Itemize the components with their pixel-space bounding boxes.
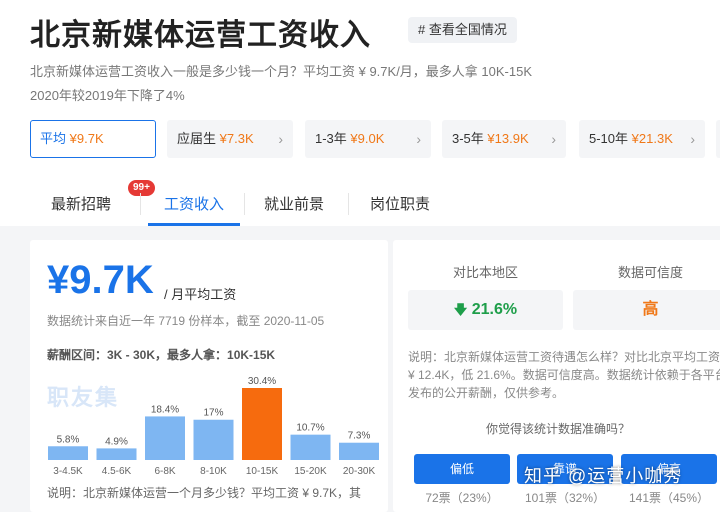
chevron-right-icon: ›: [690, 131, 695, 147]
data-label: 7.3%: [348, 431, 371, 442]
tick-label: 6-8K: [154, 466, 175, 477]
data-label: 5.8%: [57, 434, 80, 445]
accuracy-question: 你觉得该统计数据准确吗？: [485, 422, 630, 436]
tick-label: 15-20K: [294, 466, 327, 477]
tick-label: 20-30K: [343, 466, 376, 477]
tick-label: 3-4.5K: [53, 466, 83, 477]
card-value: ¥7.3K: [219, 131, 254, 146]
tab-job-duties[interactable]: 岗位职责: [364, 183, 436, 226]
bar-6-8K: [145, 416, 185, 460]
tab-salary[interactable]: 工资收入: [148, 183, 240, 226]
card-average[interactable]: 平均 ¥9.7K: [30, 120, 156, 158]
average-salary-value: ¥9.7K: [47, 258, 154, 302]
page-title: 北京新媒体运营工资收入: [30, 19, 371, 52]
data-label: 18.4%: [151, 404, 179, 415]
salary-distribution-chart: 5.8% 3-4.5K 4.9% 4.5-6K 18.4% 6-8K 17% 8-10K 30.…: [48, 376, 379, 477]
salary-panel: ¥9.7K / 月平均工资 数据统计来自近一年 7719 份样本，截至 2020…: [30, 240, 388, 512]
bar-8-10K: [193, 419, 234, 460]
card-label: 平均: [40, 131, 67, 146]
card-3-5-years[interactable]: 3-5年 ¥13.9K ›: [442, 120, 566, 158]
card-value: ¥9.0K: [350, 131, 385, 146]
credibility-value: 高: [573, 290, 720, 330]
divider: [140, 193, 141, 215]
chevron-right-icon: ›: [278, 131, 283, 147]
description-line-1: 北京新媒体运营工资收入一般是多少钱一个月？平均工资 ¥ 9.7K/月，最多人拿 …: [30, 64, 533, 79]
average-salary-unit: / 月平均工资: [164, 287, 237, 302]
bar-3-4.5K: [48, 446, 88, 460]
card-label: 5-10年: [589, 131, 629, 146]
bar-15-20K: [290, 434, 331, 460]
card-label: 应届生: [177, 131, 217, 146]
bar-20-30K: [339, 442, 379, 460]
credibility-label: 数据可信度: [617, 265, 683, 280]
national-view-tag[interactable]: # 查看全国情况: [408, 17, 517, 43]
card-label: 1-3年: [315, 131, 347, 146]
sample-statistics: 数据统计来自近一年 7719 份样本，截至 2020-11-05: [47, 314, 325, 328]
tick-label: 10-15K: [246, 466, 279, 477]
local-compare-value: 21.6%: [471, 301, 518, 318]
card-5-10-years[interactable]: 5-10年 ¥21.3K ›: [579, 120, 705, 158]
card-label: 3-5年: [452, 131, 484, 146]
data-label: 4.9%: [105, 436, 128, 447]
header-section: 北京新媒体运营工资收入 # 查看全国情况 北京新媒体运营工资收入一般是多少钱一个…: [0, 0, 720, 226]
summary-cards: 平均 ¥9.7K 应届生 ¥7.3K › 1-3年 ¥9.0K › 3-5年 ¥…: [30, 120, 720, 160]
tab-latest-jobs[interactable]: 最新招聘 99+: [48, 180, 155, 226]
vote-reliable-count: 101票（32%）: [524, 491, 606, 505]
card-value: ¥9.7K: [69, 131, 104, 146]
divider: [348, 193, 349, 215]
divider: [244, 193, 245, 215]
page-description: 北京新媒体运营工资收入一般是多少钱一个月？平均工资 ¥ 9.7K/月，最多人拿 …: [30, 60, 590, 108]
bar-4.5-6K: [96, 448, 137, 460]
main-tabs: 最新招聘 99+ 工资收入 就业前景 岗位职责: [30, 180, 720, 226]
tick-label: 4.5-6K: [102, 466, 132, 477]
tab-employment-outlook[interactable]: 就业前景: [258, 183, 330, 226]
comparison-note: 说明：北京新媒体运营工资待遇怎么样？对比北京平均工资 ¥ 12.4K，低 21.…: [408, 350, 720, 400]
card-more[interactable]: [716, 120, 720, 158]
data-label: 30.4%: [248, 376, 276, 387]
zhihu-watermark: 知乎 @运营小咖秀: [524, 466, 683, 486]
data-label: 10.7%: [296, 423, 324, 434]
card-value: ¥13.9K: [487, 131, 529, 146]
tab-label: 最新招聘: [50, 196, 111, 213]
vote-high-count: 141票（45%）: [628, 491, 710, 505]
vote-low-button[interactable]: 偏低: [414, 454, 510, 484]
description-line-2: 2020年较2019年下降了4%: [30, 88, 185, 103]
card-1-3-years[interactable]: 1-3年 ¥9.0K ›: [305, 120, 431, 158]
arrow-down-icon: 🡇: [453, 302, 468, 317]
salary-range: 薪酬区间：3K - 30K，最多人拿：10K-15K: [47, 348, 276, 362]
local-compare-label: 对比本地区: [452, 265, 518, 280]
vote-low-count: 72票（23%）: [425, 491, 499, 505]
card-graduate[interactable]: 应届生 ¥7.3K ›: [167, 120, 293, 158]
card-value: ¥21.3K: [631, 131, 673, 146]
tick-label: 8-10K: [200, 466, 227, 477]
chevron-right-icon: ›: [551, 131, 556, 147]
bar-10-15K: [242, 388, 282, 460]
chevron-right-icon: ›: [416, 131, 421, 147]
salary-note: 说明：北京新媒体运营一个月多少钱？平均工资 ¥ 9.7K，其: [47, 486, 362, 500]
local-compare-box: 🡇 21.6%: [408, 290, 563, 330]
data-label: 17%: [203, 408, 223, 419]
